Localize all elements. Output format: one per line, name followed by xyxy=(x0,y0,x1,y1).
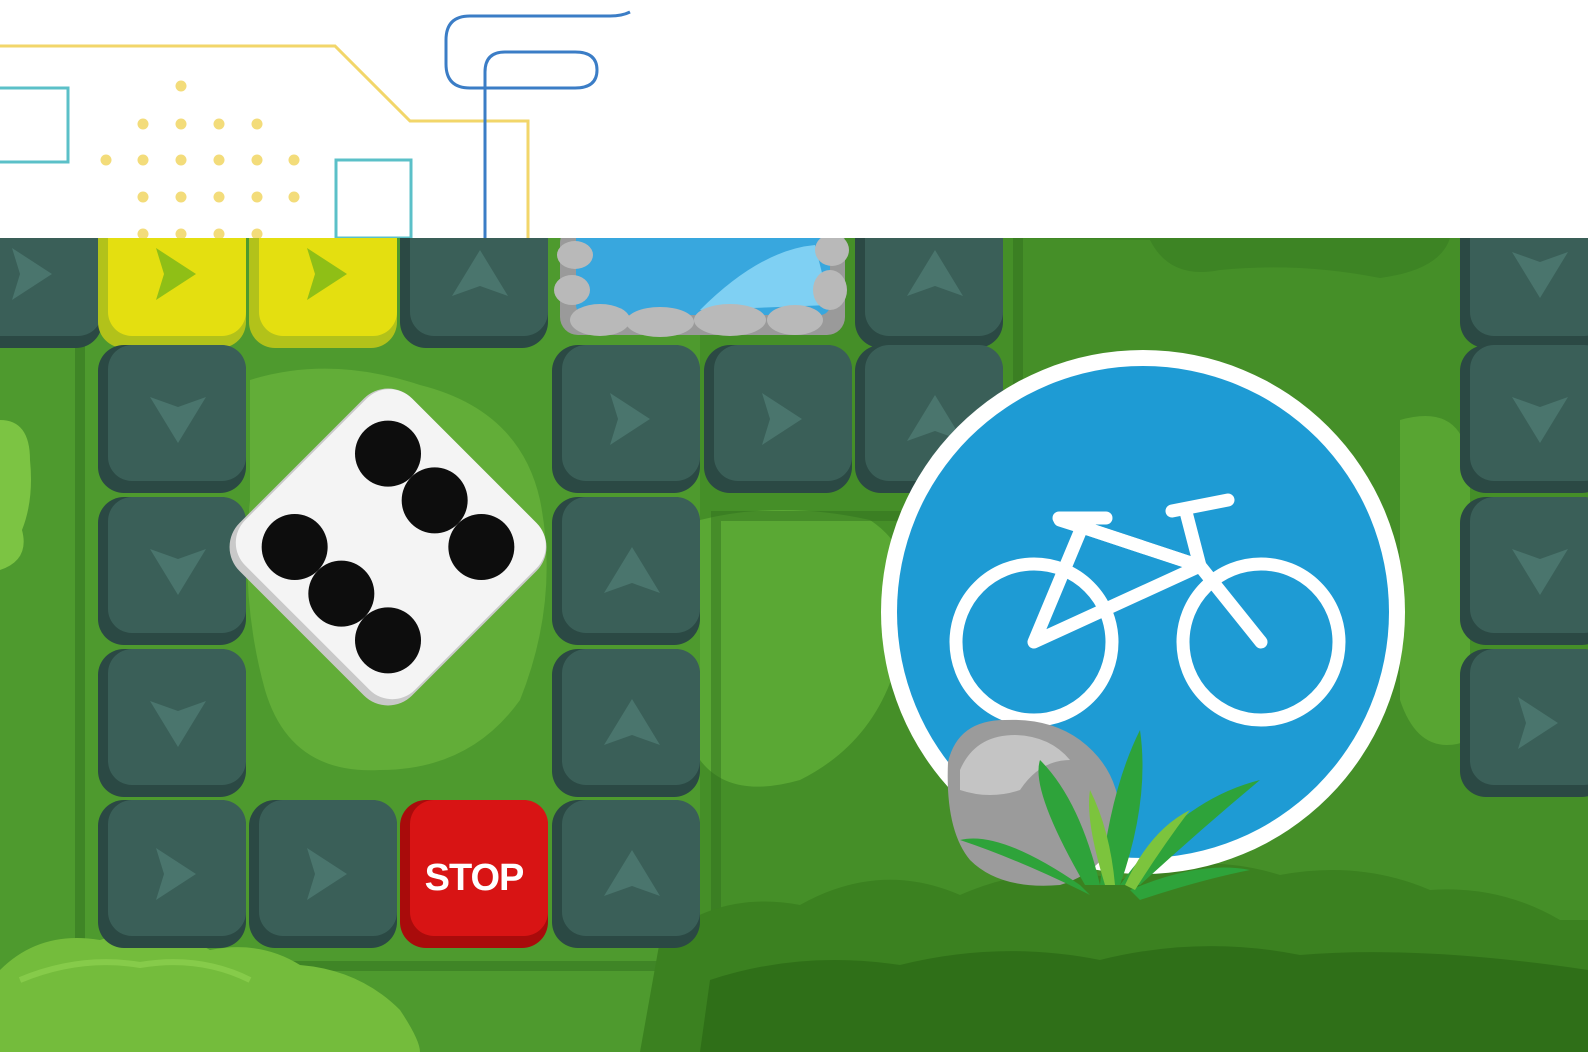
board-tile-r1c5[interactable] xyxy=(704,345,852,493)
front-hedge-dark xyxy=(700,946,1588,1052)
board-tile-r2c1[interactable] xyxy=(98,497,246,645)
board-tile-r4c1[interactable] xyxy=(98,800,246,948)
pond xyxy=(554,238,849,337)
teal-square-left xyxy=(0,86,70,164)
game-board: STOP xyxy=(0,200,1588,1052)
board-tile-r4c2[interactable] xyxy=(249,800,397,948)
board-tile-r1c9[interactable] xyxy=(1460,345,1588,493)
board-tile-r2c9[interactable] xyxy=(1460,497,1588,645)
stop-tile[interactable]: STOP xyxy=(400,800,548,948)
board-tile-r0c2[interactable] xyxy=(249,200,397,348)
board-tile-r3c1[interactable] xyxy=(98,649,246,797)
dot-grid-decoration xyxy=(100,80,300,240)
header-decoration xyxy=(0,10,631,240)
game-scene: STOP xyxy=(0,10,1588,1052)
stop-label: STOP xyxy=(425,857,524,899)
board-tile-r0c6[interactable] xyxy=(855,200,1003,348)
board-tile-r3c4[interactable] xyxy=(552,649,700,797)
blue-line-decoration-1 xyxy=(444,10,631,238)
board-tile-r1c4[interactable] xyxy=(552,345,700,493)
board-tile-r4c4[interactable] xyxy=(552,800,700,948)
board-tile-r3c9[interactable] xyxy=(1460,649,1588,797)
teal-square-right xyxy=(334,158,413,240)
board-tile-r2c4[interactable] xyxy=(552,497,700,645)
board-tile-r0c1[interactable] xyxy=(98,200,246,348)
board-tile-r0c9[interactable] xyxy=(1460,200,1588,348)
board-tile-r0c0[interactable] xyxy=(0,200,102,348)
board-tile-r1c1[interactable] xyxy=(98,345,246,493)
light-grass-patch-3 xyxy=(1400,416,1470,745)
board-tile-r0c3[interactable] xyxy=(400,200,548,348)
